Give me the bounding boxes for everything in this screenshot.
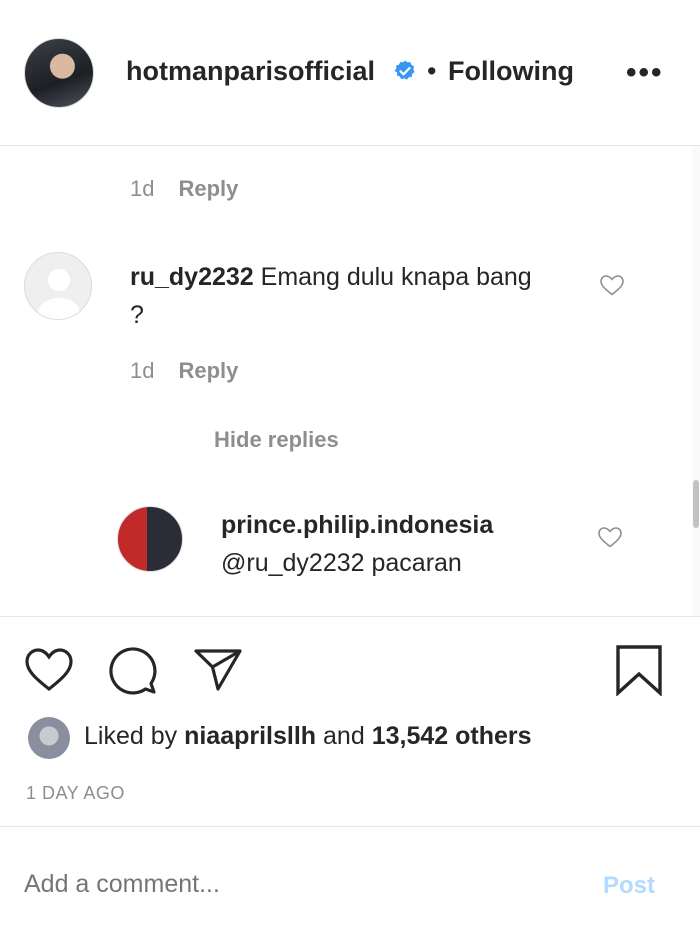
replier-username[interactable]: prince.philip.indonesia bbox=[221, 506, 561, 544]
liked-by-label: Liked by bbox=[84, 722, 178, 750]
more-options-icon[interactable]: ••• bbox=[626, 56, 664, 90]
section-divider bbox=[0, 826, 700, 827]
reply-body: prince.philip.indonesia @ru_dy2232 pacar… bbox=[221, 506, 561, 582]
commenter-username[interactable]: ru_dy2232 bbox=[130, 263, 254, 291]
like-reply-heart-icon[interactable] bbox=[597, 525, 623, 549]
comment-body: ru_dy2232 Emang dulu knapa bang ? bbox=[130, 258, 550, 334]
comments-scrollbar[interactable] bbox=[692, 146, 700, 616]
liker-username[interactable]: niaaprilsllh bbox=[184, 722, 316, 750]
section-divider bbox=[0, 616, 700, 617]
reply-text: @ru_dy2232 pacaran bbox=[221, 549, 462, 577]
default-user-icon bbox=[38, 269, 80, 319]
like-comment-heart-icon[interactable] bbox=[599, 273, 625, 297]
likes-summary: Liked by niaaprilsllh and 13,542 others bbox=[84, 722, 532, 751]
comment-meta: 1d Reply bbox=[130, 358, 238, 384]
following-button[interactable]: Following bbox=[448, 56, 574, 87]
reply-button[interactable]: Reply bbox=[178, 176, 238, 201]
post-date: 1 DAY AGO bbox=[26, 783, 125, 803]
post-button[interactable]: Post bbox=[603, 872, 655, 900]
verified-badge-icon bbox=[394, 60, 415, 80]
share-icon[interactable] bbox=[192, 645, 244, 693]
commenter-avatar[interactable] bbox=[24, 252, 92, 320]
comment-time: 1d bbox=[130, 358, 155, 383]
comment-icon[interactable] bbox=[106, 645, 160, 697]
likes-count[interactable]: 13,542 others bbox=[372, 722, 532, 750]
replier-avatar[interactable] bbox=[117, 506, 183, 572]
add-comment-input[interactable] bbox=[24, 870, 584, 899]
heart-icon[interactable] bbox=[23, 646, 75, 694]
post-header: hotmanparisofficial • Following ••• bbox=[0, 0, 700, 146]
reply-button[interactable]: Reply bbox=[178, 358, 238, 383]
bookmark-icon[interactable] bbox=[614, 644, 664, 696]
scrollbar-thumb[interactable] bbox=[693, 480, 699, 528]
comment-time: 1d bbox=[130, 176, 155, 201]
and-label: and bbox=[323, 722, 365, 750]
comment-meta: 1d Reply bbox=[130, 176, 238, 202]
hide-replies-button[interactable]: Hide replies bbox=[214, 427, 339, 453]
author-username[interactable]: hotmanparisofficial bbox=[126, 56, 375, 87]
liker-avatar[interactable] bbox=[28, 717, 70, 759]
author-avatar[interactable] bbox=[24, 38, 94, 108]
separator-dot: • bbox=[427, 56, 437, 86]
